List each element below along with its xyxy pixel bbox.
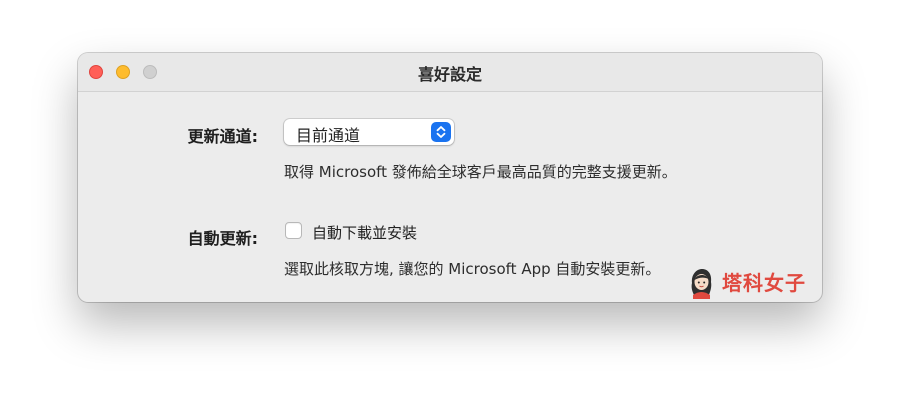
update-channel-label: 更新通道: xyxy=(187,127,258,146)
auto-update-label: 自動更新: xyxy=(187,229,258,248)
screenshot-stage: 喜好設定 更新通道: 目前通道 取得 Microsoft 發佈給全球客戶最高品質… xyxy=(0,0,900,406)
auto-download-install-label[interactable]: 自動下載並安裝 xyxy=(312,222,417,243)
update-channel-popup[interactable]: 目前通道 xyxy=(284,119,454,145)
auto-download-install-checkbox[interactable] xyxy=(285,222,302,239)
update-channel-description: 取得 Microsoft 發佈給全球客戶最高品質的完整支援更新。 xyxy=(284,163,677,181)
title-bar: 喜好設定 xyxy=(78,53,822,92)
update-channel-selected-value: 目前通道 xyxy=(296,126,361,145)
watermark: 塔科女子 xyxy=(686,264,814,304)
up-down-chevron-icon xyxy=(431,122,451,142)
auto-update-description: 選取此核取方塊, 讓您的 Microsoft App 自動安裝更新。 xyxy=(284,260,661,278)
avatar-icon xyxy=(688,267,714,299)
window-title: 喜好設定 xyxy=(417,65,482,84)
watermark-text: 塔科女子 xyxy=(722,271,806,295)
